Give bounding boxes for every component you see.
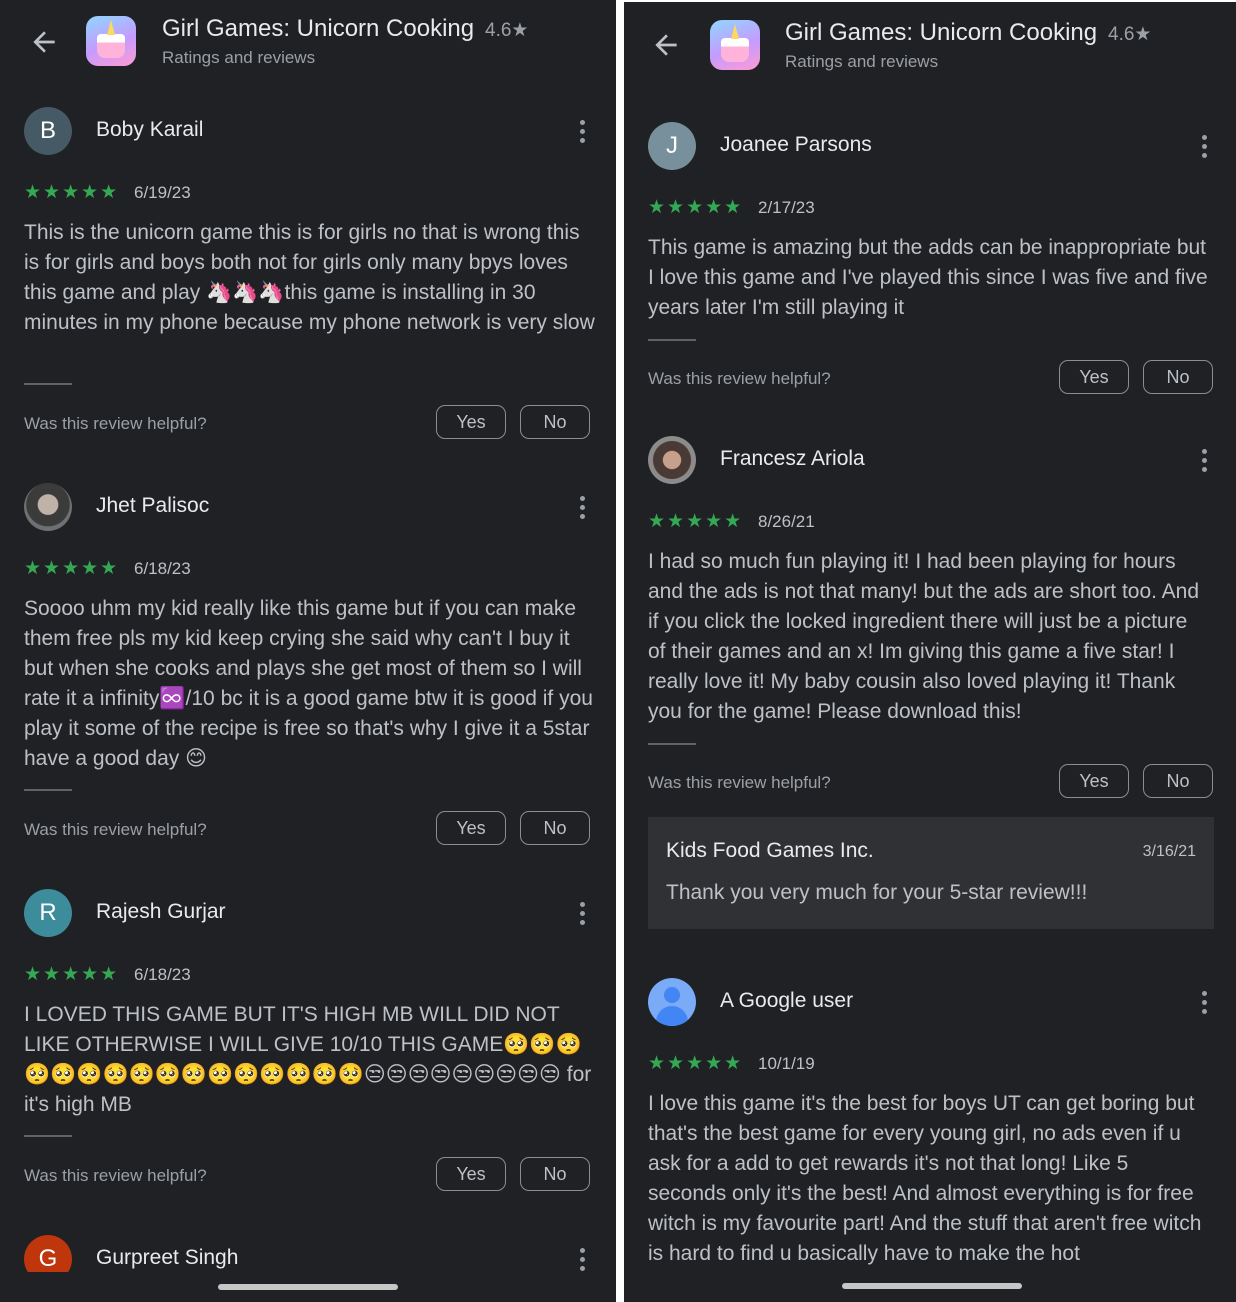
review-date: 6/19/23 xyxy=(134,183,191,202)
helpful-question: Was this review helpful? xyxy=(648,369,831,388)
more-vert-icon[interactable] xyxy=(580,1248,586,1272)
review-date: 8/26/21 xyxy=(758,512,815,531)
star-rating: ★★★★★ xyxy=(648,1053,744,1074)
app-title: Girl Games: Unicorn Cooking xyxy=(162,15,475,42)
app-header: Girl Games: Unicorn Cooking 4.6★ Ratings… xyxy=(0,0,616,80)
more-vert-icon[interactable] xyxy=(580,902,586,926)
no-button[interactable]: No xyxy=(520,811,590,845)
review-text: I LOVED THIS GAME BUT IT'S HIGH MB WILL … xyxy=(24,1003,592,1116)
helpful-question: Was this review helpful? xyxy=(24,414,207,433)
star-rating: ★★★★★ xyxy=(24,964,120,985)
yes-button[interactable]: Yes xyxy=(1059,360,1129,394)
developer-name: Kids Food Games Inc. xyxy=(666,839,874,862)
avatar: R xyxy=(24,889,72,937)
star-rating: ★★★★★ xyxy=(24,182,120,203)
arrow-back-icon[interactable] xyxy=(28,26,60,58)
app-icon xyxy=(710,20,760,70)
yes-button[interactable]: Yes xyxy=(436,811,506,845)
review-date: 6/18/23 xyxy=(134,559,191,578)
yes-button[interactable]: Yes xyxy=(436,405,506,439)
divider xyxy=(24,383,72,385)
more-vert-icon[interactable] xyxy=(1202,991,1208,1015)
divider xyxy=(648,743,696,745)
avatar: B xyxy=(24,107,72,155)
app-header: Girl Games: Unicorn Cooking 4.6★ Ratings… xyxy=(624,2,1236,82)
right-screen: Girl Games: Unicorn Cooking 4.6★ Ratings… xyxy=(624,2,1236,1302)
app-title: Girl Games: Unicorn Cooking xyxy=(785,19,1098,46)
google-user-avatar-icon xyxy=(648,978,696,1026)
star-rating: ★★★★★ xyxy=(648,511,744,532)
reviewer-name: Jhet Palisoc xyxy=(96,494,210,517)
more-vert-icon[interactable] xyxy=(580,496,586,520)
reviewer-name: Gurpreet Singh xyxy=(96,1246,239,1269)
star-rating: ★★★★★ xyxy=(24,558,120,579)
review-date: 2/17/23 xyxy=(758,198,815,217)
avatar xyxy=(648,436,696,484)
no-button[interactable]: No xyxy=(1143,360,1213,394)
divider xyxy=(24,789,72,791)
reviewer-name: A Google user xyxy=(720,989,854,1012)
divider xyxy=(648,339,696,341)
more-vert-icon[interactable] xyxy=(580,120,586,144)
left-screen: Girl Games: Unicorn Cooking 4.6★ Ratings… xyxy=(0,0,616,1302)
no-button[interactable]: No xyxy=(520,405,590,439)
review-text: This is the unicorn game this is for gir… xyxy=(24,221,595,334)
reply-date: 3/16/21 xyxy=(1142,843,1196,860)
yes-button[interactable]: Yes xyxy=(1059,764,1129,798)
yes-button[interactable]: Yes xyxy=(436,1157,506,1191)
helpful-question: Was this review helpful? xyxy=(24,1166,207,1185)
review-text: This game is amazing but the adds can be… xyxy=(648,236,1208,319)
reviewer-name: Rajesh Gurjar xyxy=(96,900,226,923)
review-text: I love this game it's the best for boys … xyxy=(648,1092,1202,1265)
review-date: 6/18/23 xyxy=(134,965,191,984)
helpful-question: Was this review helpful? xyxy=(648,773,831,792)
app-rating: 4.6★ xyxy=(1108,24,1152,45)
header-subtitle: Ratings and reviews xyxy=(785,52,939,71)
gesture-nav-bar[interactable] xyxy=(218,1284,398,1290)
star-rating: ★★★★★ xyxy=(648,197,744,218)
review-text: I had so much fun playing it! I had been… xyxy=(648,550,1200,723)
developer-reply: Kids Food Games Inc. 3/16/21 Thank you v… xyxy=(648,817,1214,929)
avatar xyxy=(24,483,72,531)
no-button[interactable]: No xyxy=(520,1157,590,1191)
divider xyxy=(24,1135,72,1137)
app-rating: 4.6★ xyxy=(485,20,529,41)
more-vert-icon[interactable] xyxy=(1202,449,1208,473)
review-date: 10/1/19 xyxy=(758,1054,815,1073)
gesture-nav-bar[interactable] xyxy=(842,1283,1022,1289)
reviewer-name: Joanee Parsons xyxy=(720,133,872,156)
review-text: Soooo uhm my kid really like this game b… xyxy=(24,597,593,770)
app-icon xyxy=(86,16,136,66)
reviewer-name: Boby Karail xyxy=(96,118,204,141)
arrow-back-icon[interactable] xyxy=(650,29,682,61)
helpful-question: Was this review helpful? xyxy=(24,820,207,839)
avatar: J xyxy=(648,122,696,170)
header-subtitle: Ratings and reviews xyxy=(162,48,316,67)
reply-text: Thank you very much for your 5-star revi… xyxy=(666,881,1088,904)
no-button[interactable]: No xyxy=(1143,764,1213,798)
reviewer-name: Francesz Ariola xyxy=(720,447,865,470)
more-vert-icon[interactable] xyxy=(1202,135,1208,159)
